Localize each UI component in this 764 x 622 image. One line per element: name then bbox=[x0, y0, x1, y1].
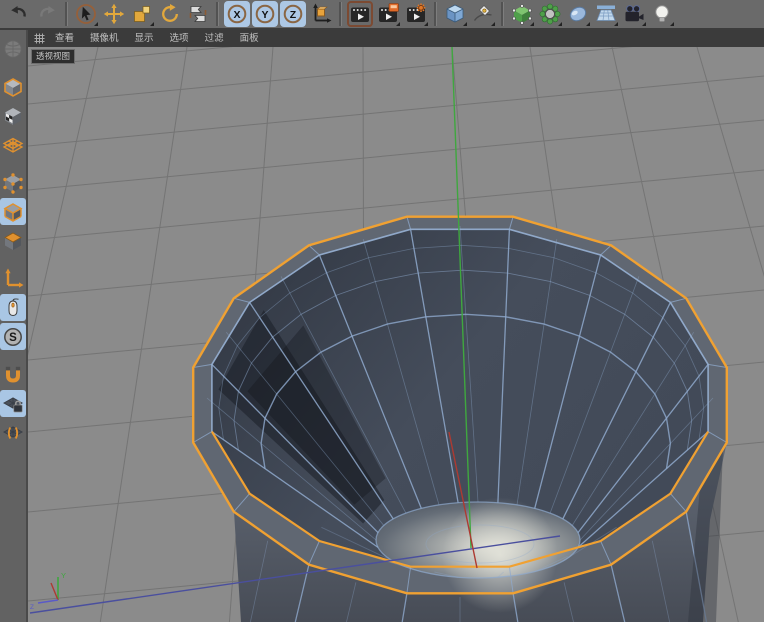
panel-grid-icon[interactable] bbox=[32, 32, 47, 45]
menu-item-options[interactable]: 选项 bbox=[162, 30, 197, 47]
sidebar-button-points-mode[interactable] bbox=[0, 169, 26, 196]
svg-text:S: S bbox=[9, 332, 17, 344]
toolbar-button-scale[interactable] bbox=[129, 1, 155, 27]
flyout-corner-icon bbox=[586, 22, 590, 26]
cup-object bbox=[193, 217, 727, 622]
toolbar-button-axis-lock-z[interactable]: Z bbox=[280, 1, 306, 27]
toolbar-button-render-view[interactable] bbox=[347, 1, 373, 27]
sidebar-button-model-mode[interactable] bbox=[0, 73, 26, 100]
sidebar-button-viewport-solo[interactable] bbox=[0, 294, 26, 321]
menu-item-filter[interactable]: 过滤 bbox=[197, 30, 232, 47]
toolbar-divider bbox=[339, 2, 342, 26]
polygons-mode-icon bbox=[2, 230, 24, 252]
toolbar-button-subdivision-surface[interactable] bbox=[509, 1, 535, 27]
toolbar-button-redo[interactable] bbox=[34, 1, 60, 27]
toolbar-button-render-picture-viewer[interactable] bbox=[375, 1, 401, 27]
sidebar-button-magnet[interactable] bbox=[0, 361, 26, 388]
flyout-corner-icon bbox=[463, 22, 467, 26]
flyout-corner-icon bbox=[558, 22, 562, 26]
axis-lock-x-icon: X bbox=[226, 3, 248, 25]
svg-text:Z: Z bbox=[290, 9, 297, 21]
axis-lock-z-icon: Z bbox=[282, 3, 304, 25]
gizmo-z-label: Z bbox=[30, 604, 34, 611]
toolbar-button-floor-environment[interactable] bbox=[593, 1, 619, 27]
sidebar-button-polygons-mode[interactable] bbox=[0, 227, 26, 254]
toolbar-button-camera[interactable] bbox=[621, 1, 647, 27]
toolbar-button-pen-spline[interactable] bbox=[470, 1, 496, 27]
lock-workplane-icon bbox=[2, 393, 24, 415]
sidebar-button-lock-workplane[interactable] bbox=[0, 390, 26, 417]
redo-icon bbox=[36, 3, 58, 25]
axis-mode-icon bbox=[2, 268, 24, 290]
magnet-icon bbox=[2, 364, 24, 386]
svg-text:X: X bbox=[233, 9, 240, 21]
workplane-mode-icon bbox=[2, 134, 24, 156]
flyout-corner-icon bbox=[642, 22, 646, 26]
svg-text:Y: Y bbox=[261, 9, 268, 21]
toolbar-button-primitive-cube[interactable] bbox=[442, 1, 468, 27]
viewport-menubar: 查看摄像机显示选项过滤面板 bbox=[28, 30, 764, 47]
sidebar-button-edges-mode[interactable] bbox=[0, 198, 26, 225]
flyout-corner-icon bbox=[396, 22, 400, 26]
viewport-title-label: 透视视图 bbox=[31, 49, 75, 64]
toolbar-button-move[interactable] bbox=[101, 1, 127, 27]
sidebar-button-texture-mode[interactable] bbox=[0, 102, 26, 129]
gizmo-y-label: Y bbox=[61, 571, 66, 580]
move-icon bbox=[103, 3, 125, 25]
sidebar-button-workplane-mode[interactable] bbox=[0, 131, 26, 158]
flyout-corner-icon bbox=[530, 22, 534, 26]
menu-item-display[interactable]: 显示 bbox=[127, 30, 162, 47]
top-toolbar: X Y Z bbox=[0, 0, 764, 30]
menu-item-panel[interactable]: 面板 bbox=[232, 30, 267, 47]
toolbar-button-undo[interactable] bbox=[6, 1, 32, 27]
flyout-corner-icon bbox=[424, 22, 428, 26]
toolbar-button-render-settings[interactable] bbox=[403, 1, 429, 27]
toolbar-button-metaball[interactable] bbox=[565, 1, 591, 27]
toolbar-divider bbox=[501, 2, 504, 26]
flyout-corner-icon bbox=[491, 22, 495, 26]
undo-icon bbox=[8, 3, 30, 25]
toolbar-divider bbox=[434, 2, 437, 26]
toolbar-button-axis-lock-x[interactable]: X bbox=[224, 1, 250, 27]
flyout-corner-icon bbox=[94, 22, 98, 26]
workplane-paren-icon bbox=[2, 422, 24, 444]
points-mode-icon bbox=[2, 172, 24, 194]
perspective-viewport[interactable]: 透视视图 YZ bbox=[28, 47, 764, 622]
render-view-icon bbox=[349, 3, 371, 25]
toolbar-button-coord-system[interactable] bbox=[308, 1, 334, 27]
flyout-corner-icon bbox=[670, 22, 674, 26]
edges-mode-icon bbox=[2, 201, 24, 223]
make-editable-icon bbox=[2, 38, 24, 60]
coord-system-icon bbox=[310, 3, 332, 25]
menu-item-view[interactable]: 查看 bbox=[47, 30, 82, 47]
toolbar-button-deformer[interactable] bbox=[537, 1, 563, 27]
viewport-solo-icon bbox=[2, 297, 24, 319]
flyout-corner-icon bbox=[614, 22, 618, 26]
toolbar-button-live-selection[interactable] bbox=[73, 1, 99, 27]
sidebar-button-make-editable[interactable] bbox=[0, 35, 26, 62]
sidebar-button-snap[interactable]: S bbox=[0, 323, 26, 350]
sidebar-button-axis-mode[interactable] bbox=[0, 265, 26, 292]
rotate-icon bbox=[159, 3, 181, 25]
sync-arrows-icon bbox=[187, 3, 209, 25]
left-mode-sidebar: S bbox=[0, 30, 28, 622]
cinema4d-window: { "app": "Cinema 4D viewport (Chinese UI… bbox=[0, 0, 764, 622]
toolbar-button-sync-arrows[interactable] bbox=[185, 1, 211, 27]
menu-item-cameras[interactable]: 摄像机 bbox=[82, 30, 127, 47]
sidebar-button-workplane-paren[interactable] bbox=[0, 419, 26, 446]
snap-icon: S bbox=[2, 326, 24, 348]
toolbar-button-rotate[interactable] bbox=[157, 1, 183, 27]
axis-lock-y-icon: Y bbox=[254, 3, 276, 25]
texture-mode-icon bbox=[2, 105, 24, 127]
toolbar-divider bbox=[65, 2, 68, 26]
viewport-canvas[interactable]: YZ bbox=[28, 47, 764, 622]
toolbar-divider bbox=[216, 2, 219, 26]
toolbar-button-axis-lock-y[interactable]: Y bbox=[252, 1, 278, 27]
flyout-corner-icon bbox=[150, 22, 154, 26]
model-mode-icon bbox=[2, 76, 24, 98]
toolbar-button-light[interactable] bbox=[649, 1, 675, 27]
